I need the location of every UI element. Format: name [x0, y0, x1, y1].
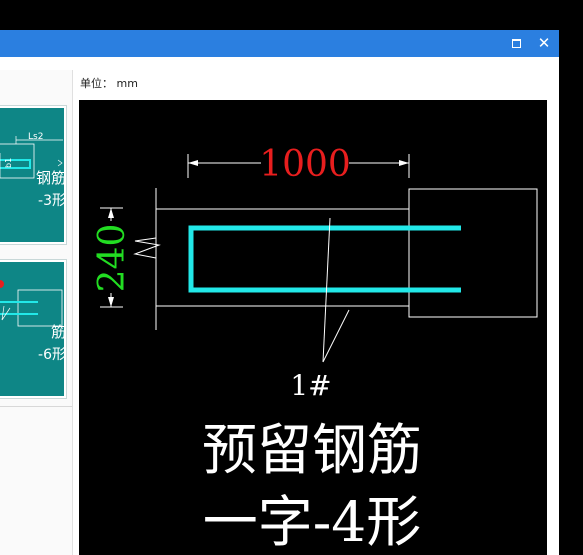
card-type: -3形: [38, 193, 66, 209]
card-name: 钢筋: [35, 169, 66, 187]
rebar-type-list: Ls2 b1 钢筋 -3形 筋 -6形: [0, 70, 73, 555]
unit-value: mm: [116, 77, 138, 90]
thumb-dim-label: Ls2: [28, 132, 43, 142]
anchor-block: [408, 188, 538, 318]
length-arrow-left: [188, 160, 198, 166]
shape-title-line2: 一字-4形: [203, 490, 422, 554]
thumb-marker: [0, 280, 4, 288]
drawing-preview: 1000 240 1# 预留钢筋 一字-4形: [79, 100, 547, 555]
height-arrow-bottom: [108, 297, 114, 307]
rebar-drawing: 1000 240 1# 预留钢筋 一字-4形: [92, 144, 538, 554]
unit-label: 单位： mm: [80, 75, 138, 91]
height-arrow-top: [108, 208, 114, 218]
u-rebar: [188, 225, 461, 293]
bar-mark: 1#: [290, 369, 331, 402]
close-icon: ✕: [537, 35, 551, 52]
thumb-break-mark: [57, 159, 63, 167]
leader-line-2: [322, 309, 350, 363]
length-arrow-right: [399, 160, 409, 166]
break-mark: [133, 237, 161, 259]
height-dim-value: 240: [92, 224, 133, 293]
shape-title-line1: 预留钢筋: [202, 418, 422, 482]
panel-divider: [0, 406, 72, 407]
rebar-type-card-3[interactable]: Ls2 b1 钢筋 -3形: [0, 105, 67, 245]
right-margin: [548, 70, 559, 555]
title-bar: ✕: [0, 30, 559, 57]
rebar-type-card-6[interactable]: 筋 -6形: [0, 259, 67, 399]
maximize-button[interactable]: [503, 30, 529, 57]
unit-caption: 单位：: [80, 77, 113, 90]
length-dim-value: 1000: [259, 144, 351, 185]
dialog-window: ✕ Ls2 b1 钢筋 -3形 筋 -6形 单位： mm 1000 240 1#…: [0, 30, 559, 555]
maximize-icon: [511, 39, 521, 49]
close-button[interactable]: ✕: [531, 30, 557, 57]
card-name: 筋: [50, 323, 66, 341]
card-type: -6形: [38, 347, 66, 363]
